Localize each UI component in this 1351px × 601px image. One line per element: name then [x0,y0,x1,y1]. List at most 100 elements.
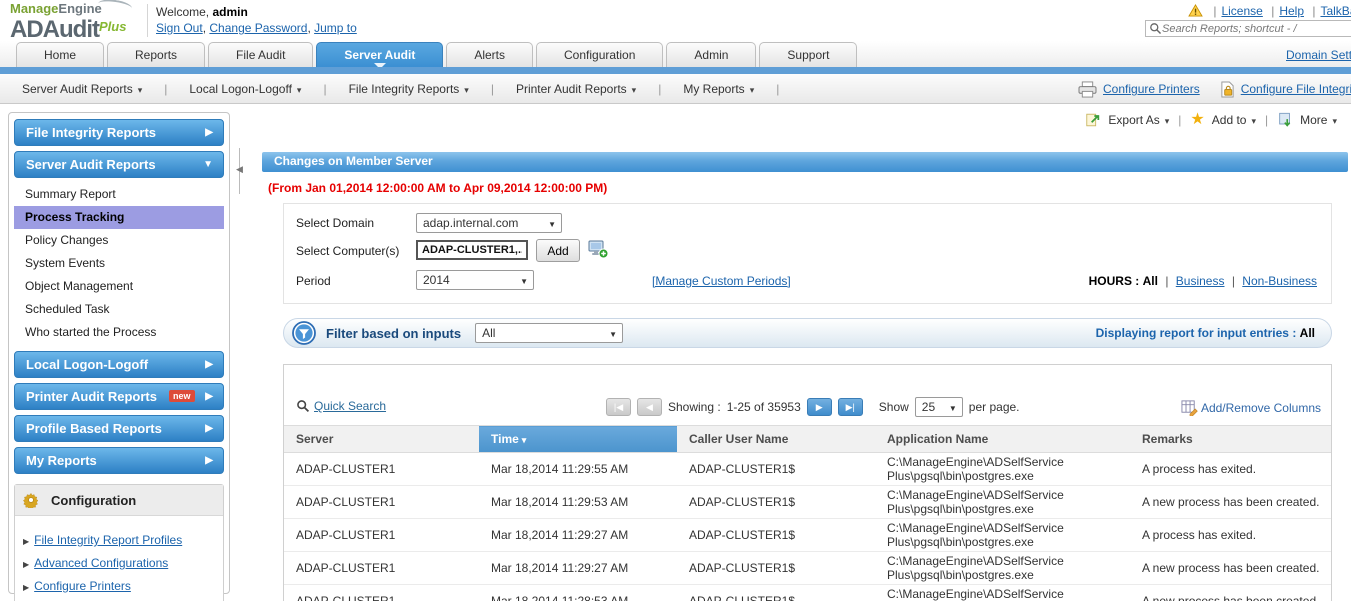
table-row[interactable]: ADAP-CLUSTER1 Mar 18,2014 11:28:53 AM AD… [284,584,1331,601]
column-header-caller-user-name[interactable]: Caller User Name [677,425,875,453]
separator: | [658,81,662,96]
add-to-button[interactable]: Add to [1212,113,1256,127]
column-header-application-name[interactable]: Application Name [875,425,1130,453]
subnav-server-audit-reports[interactable]: Server Audit Reports [22,82,142,96]
cell-server: ADAP-CLUSTER1 [284,584,479,601]
next-page-button[interactable] [806,398,832,416]
table-row[interactable]: ADAP-CLUSTER1 Mar 18,2014 11:29:53 AM AD… [284,485,1331,519]
export-as-button[interactable]: Export As [1108,113,1169,127]
subnav-my-reports[interactable]: My Reports [683,82,754,96]
sidebar-section-server-audit-reports[interactable]: Server Audit Reports [14,151,224,178]
sidebar-item-who-started-the-process[interactable]: Who started the Process [14,321,224,344]
sidebar-item-scheduled-task[interactable]: Scheduled Task [14,298,224,321]
config-link-configure-printers[interactable]: Configure Printers [23,579,215,593]
configuration-links: File Integrity Report Profiles Advanced … [15,516,223,601]
add-computer-icon[interactable] [587,239,609,259]
tab-support[interactable]: Support [759,42,858,68]
hours-business-link[interactable]: Business [1176,274,1225,288]
filter-label: Filter based on inputs [326,325,462,341]
chevron-right-icon [205,120,213,146]
tab-admin[interactable]: Admin [666,42,757,68]
domain-select[interactable]: adap.internal.com [416,213,562,233]
period-select[interactable]: 2014 [416,270,534,290]
computers-input[interactable] [416,240,528,260]
sidebar-item-summary-report[interactable]: Summary Report [14,183,224,206]
search-input[interactable] [1162,22,1351,35]
last-page-button[interactable] [837,398,863,416]
top-header: ManageEngine ADAuditPlus Welcome, admin … [0,0,1351,42]
cell-caller: ADAP-CLUSTER1$ [677,584,875,601]
filter-select[interactable]: All [475,323,624,343]
jump-to-link[interactable]: Jump to [314,21,357,35]
warning-icon[interactable] [1188,4,1203,17]
sidebar-item-process-tracking[interactable]: Process Tracking [14,206,224,229]
config-link-advanced-configurations[interactable]: Advanced Configurations [23,556,215,570]
cell-server: ADAP-CLUSTER1 [284,485,479,519]
sidebar-item-object-management[interactable]: Object Management [14,275,224,298]
export-as-label: Export As [1108,113,1160,127]
more-label: More [1300,113,1328,127]
search-reports-box [1145,20,1351,37]
subnav-printer-audit-reports[interactable]: Printer Audit Reports [516,82,636,96]
sidebar-item-policy-changes[interactable]: Policy Changes [14,229,224,252]
cell-application: C:\ManageEngine\ADSelfService Plus\pgsql… [875,452,1130,486]
report-actions-toolbar: Export As | Add to | More [1085,112,1337,128]
hours-non-business-link[interactable]: Non-Business [1242,274,1317,288]
add-remove-columns[interactable]: Add/Remove Columns [1181,399,1321,416]
subnav-local-logon-logoff[interactable]: Local Logon-Logoff [189,82,301,96]
change-password-link[interactable]: Change Password [209,21,307,35]
tab-alerts[interactable]: Alerts [446,42,534,68]
tab-file-audit[interactable]: File Audit [208,42,314,68]
separator: | [1271,4,1275,18]
subnav-label: File Integrity Reports [348,81,460,96]
section-label: Local Logon-Logoff [26,357,149,372]
column-header-remarks[interactable]: Remarks [1130,425,1331,453]
subnav-file-integrity-reports[interactable]: File Integrity Reports [349,82,469,96]
configure-file-integrity-link[interactable]: Configure File Integrity [1241,82,1351,96]
section-label: Profile Based Reports [26,421,162,436]
sidebar-section-my-reports[interactable]: My Reports [14,447,224,474]
more-button[interactable]: More [1300,113,1337,127]
server-audit-report-list: Summary Report Process Tracking Policy C… [14,183,224,344]
tab-home[interactable]: Home [16,42,105,68]
tab-reports[interactable]: Reports [107,42,206,68]
table-row[interactable]: ADAP-CLUSTER1 Mar 18,2014 11:29:55 AM AD… [284,452,1331,486]
help-link[interactable]: Help [1279,4,1304,18]
sidebar-section-printer-audit-reports[interactable]: Printer Audit Reports new [14,383,224,410]
license-link[interactable]: License [1221,4,1262,18]
table-row[interactable]: ADAP-CLUSTER1 Mar 18,2014 11:29:27 AM AD… [284,518,1331,552]
domain-settings-link[interactable]: Domain Settings [1286,48,1351,62]
column-header-time[interactable]: Time [479,425,677,453]
sidebar-section-file-integrity-reports[interactable]: File Integrity Reports [14,119,224,146]
dropdown-arrow-icon [941,400,957,414]
sidebar-section-local-logon-logoff[interactable]: Local Logon-Logoff [14,351,224,378]
manageengine-adaudit-logo: ManageEngine ADAuditPlus [10,0,145,42]
manage-custom-periods-link[interactable]: [Manage Custom Periods] [652,274,791,288]
tab-server-audit[interactable]: Server Audit [316,42,444,69]
sidebar-item-system-events[interactable]: System Events [14,252,224,275]
first-page-button[interactable] [606,398,631,416]
config-link-file-integrity-report-profiles[interactable]: File Integrity Report Profiles [23,533,215,547]
column-header-server[interactable]: Server [284,425,479,453]
sidebar-section-profile-based-reports[interactable]: Profile Based Reports [14,415,224,442]
sidebar-collapse-handle[interactable]: ◀ [236,148,244,194]
cell-remarks: A new process has been created. [1130,485,1331,519]
per-page-select[interactable]: 25 [914,397,963,417]
previous-page-button[interactable] [637,398,662,416]
tab-configuration[interactable]: Configuration [536,42,664,68]
quick-search-link[interactable]: Quick Search [314,399,386,413]
configure-printers-link[interactable]: Configure Printers [1103,82,1200,96]
filter-select-value: All [482,326,496,340]
cell-application: C:\ManageEngine\ADSelfService Plus\pgsql… [875,551,1130,585]
cell-remarks: A new process has been created. [1130,584,1331,601]
subnav-label: My Reports [683,81,745,96]
table-row[interactable]: ADAP-CLUSTER1 Mar 18,2014 11:29:27 AM AD… [284,551,1331,585]
file-lock-icon [1220,81,1235,98]
talkback-link[interactable]: TalkBack [1320,4,1351,18]
report-title: Changes on Member Server [274,154,433,168]
session-links: Sign Out Change Password Jump to [156,21,357,36]
dropdown-arrow-icon [540,216,556,230]
add-computer-button[interactable]: Add [536,239,580,262]
sign-out-link[interactable]: Sign Out [156,21,203,35]
subnav-right-links: Configure Printers Configure File Integr… [1078,74,1351,104]
